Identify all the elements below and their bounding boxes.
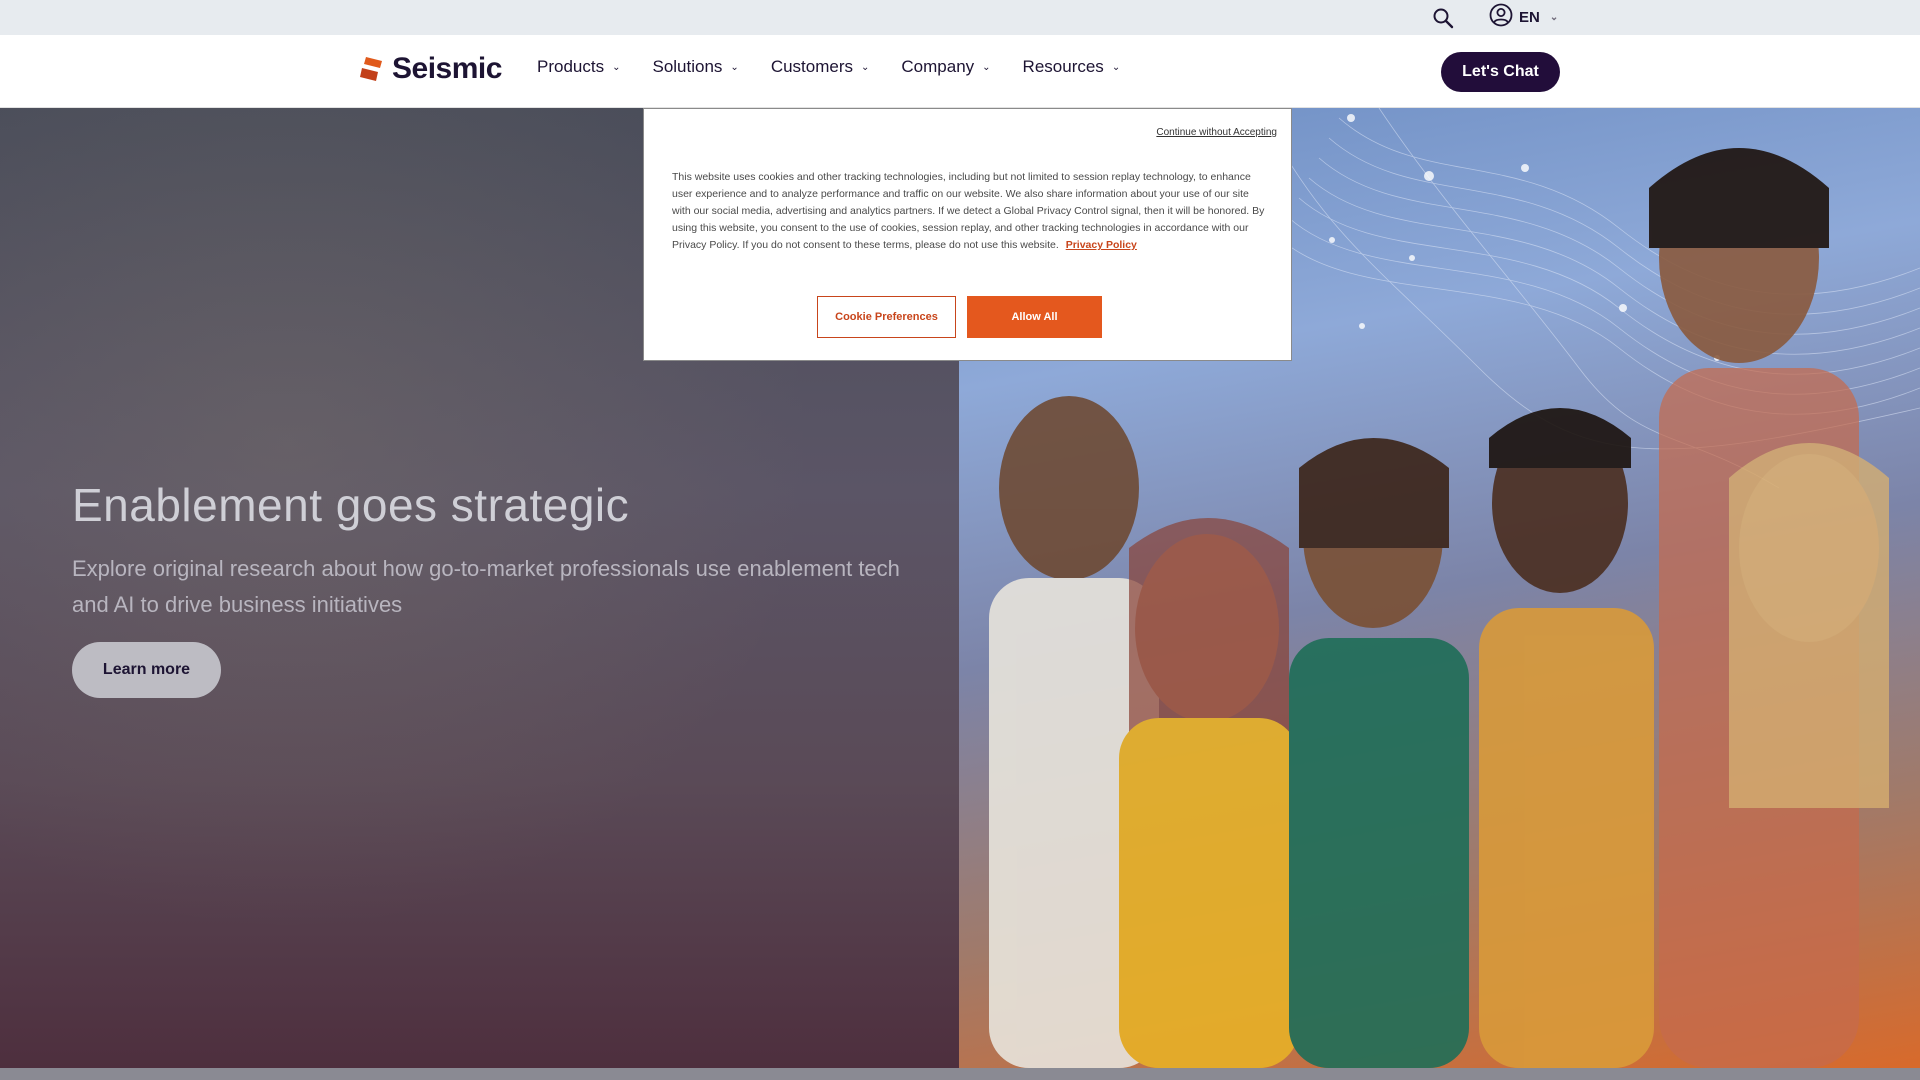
user-circle-icon (1489, 3, 1513, 31)
chevron-down-icon: ⌄ (1549, 11, 1559, 23)
nav-item-solutions[interactable]: Solutions ⌄ (652, 57, 738, 77)
cookie-consent-banner: Continue without Accepting This website … (643, 108, 1292, 361)
chevron-down-icon: ⌄ (612, 61, 621, 73)
chevron-down-icon: ⌄ (1111, 61, 1121, 73)
language-selector[interactable]: EN ⌄ (1489, 3, 1559, 31)
nav-item-label: Customers (770, 57, 853, 76)
nav-item-label: Solutions (652, 57, 723, 76)
continue-without-accepting-link[interactable]: Continue without Accepting (1156, 127, 1277, 138)
seismic-logo[interactable]: Seismic (360, 52, 502, 85)
logo-text: Seismic (392, 52, 502, 85)
allow-all-button[interactable]: Allow All (967, 296, 1102, 338)
utility-bar: EN ⌄ (0, 0, 1920, 35)
chevron-down-icon: ⌄ (730, 61, 739, 73)
nav-item-company[interactable]: Company ⌄ (901, 57, 990, 77)
lets-chat-button[interactable]: Let's Chat (1441, 52, 1560, 92)
nav-item-products[interactable]: Products ⌄ (537, 57, 620, 77)
nav-item-label: Products (537, 57, 605, 76)
language-label: EN (1519, 8, 1540, 26)
nav-item-label: Resources (1022, 57, 1104, 76)
hero-title: Enablement goes strategic (72, 479, 630, 531)
search-icon[interactable] (1432, 7, 1456, 29)
nav-item-resources[interactable]: Resources ⌄ (1023, 57, 1121, 77)
hero-subtitle: Explore original research about how go-t… (72, 556, 900, 617)
cookie-notice-body: This website uses cookies and other trac… (672, 171, 1265, 251)
seismic-logo-mark-icon (360, 57, 382, 81)
chevron-down-icon: ⌄ (982, 61, 991, 73)
nav-item-label: Company (901, 57, 975, 76)
page-bottom-strip (0, 1068, 1920, 1080)
privacy-policy-link[interactable]: Privacy Policy (1066, 239, 1137, 251)
nav-item-customers[interactable]: Customers ⌄ (771, 57, 870, 77)
nav-menu: Products ⌄ Solutions ⌄ Customers ⌄ Compa… (537, 57, 1120, 77)
learn-more-button[interactable]: Learn more (72, 642, 221, 698)
cookie-preferences-button[interactable]: Cookie Preferences (817, 296, 956, 338)
main-navigation: Seismic Products ⌄ Solutions ⌄ Customers… (0, 35, 1920, 108)
chevron-down-icon: ⌄ (861, 61, 870, 73)
cookie-notice-text: This website uses cookies and other trac… (672, 169, 1267, 254)
